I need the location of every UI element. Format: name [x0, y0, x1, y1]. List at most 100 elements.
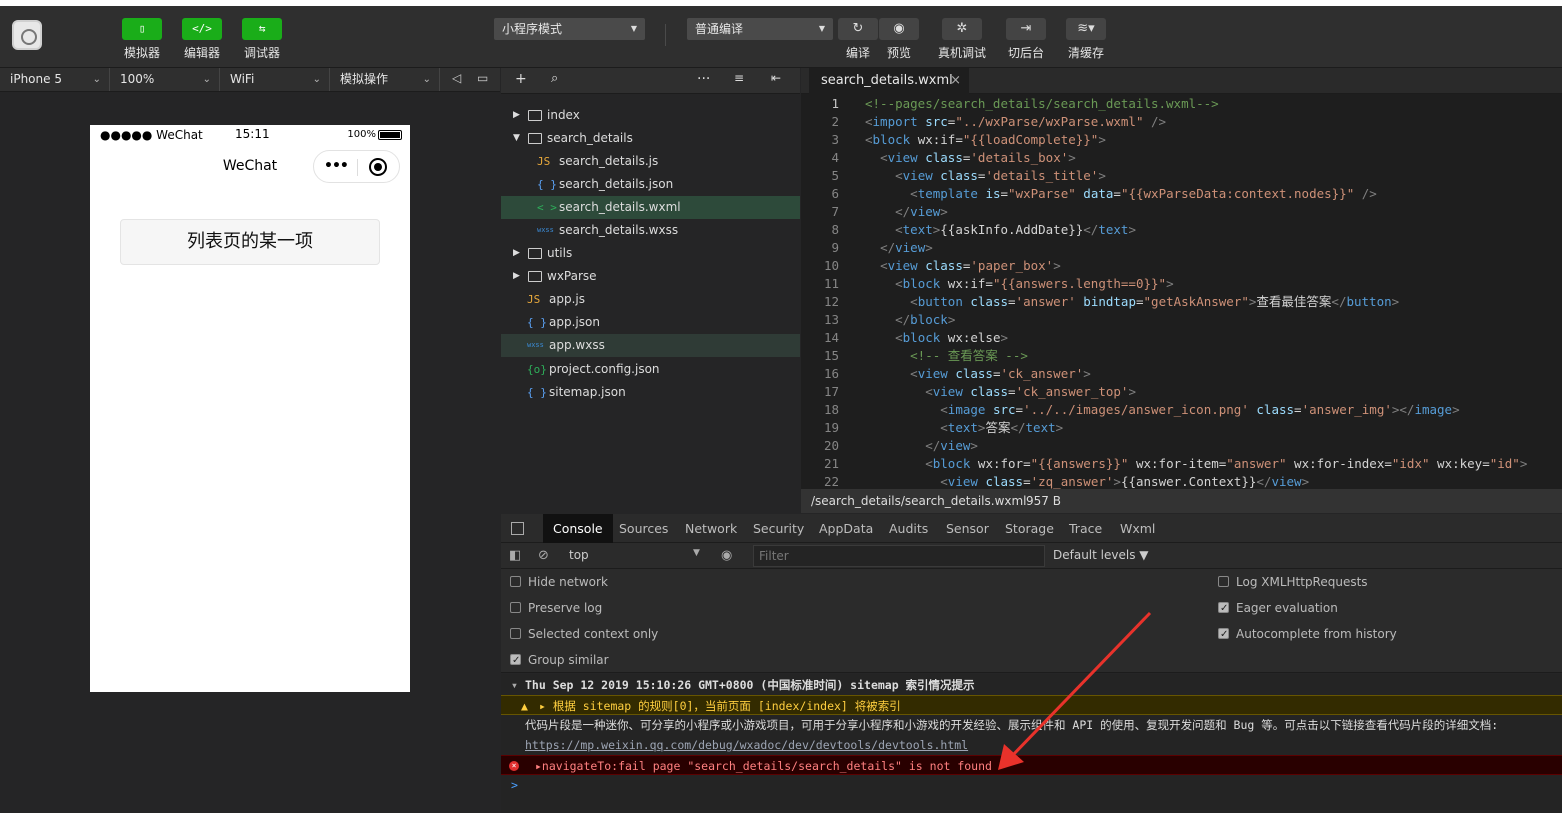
option-log-xmlhttprequests[interactable]: Log XMLHttpRequests [1218, 572, 1368, 592]
tree-file[interactable]: < > search_details.wxml [501, 196, 800, 219]
debugger-button[interactable]: ⇆ 调试器 [238, 18, 286, 61]
tab-sources[interactable]: Sources [609, 514, 678, 543]
checkbox[interactable] [510, 651, 521, 671]
console-error[interactable]: × ▸navigateTo:fail page "search_details/s… [501, 755, 1562, 775]
simulator-button[interactable]: ▯ 模拟器 [118, 18, 166, 61]
option-selected-context-only[interactable]: Selected context only [510, 624, 658, 644]
tree-folder[interactable]: ▶ wxParse [501, 265, 800, 288]
code-line[interactable]: 11 <block wx:if="{{answers.length==0}}"> [801, 275, 1562, 293]
levels-select[interactable]: Default levels ▼ [1053, 548, 1149, 562]
editor-button[interactable]: </> 编辑器 [178, 18, 226, 61]
checkbox[interactable] [1218, 599, 1229, 619]
tab-storage[interactable]: Storage [995, 514, 1064, 543]
tree-file[interactable]: wxss app.wxss [501, 334, 800, 357]
add-icon[interactable]: + [515, 71, 527, 87]
checkbox[interactable] [510, 628, 521, 639]
code-line[interactable]: 18 <image src='../../images/answer_icon.… [801, 401, 1562, 419]
more-icon[interactable]: ••• [324, 158, 349, 174]
chevron-right-icon[interactable]: ▶ [513, 265, 520, 288]
tab-trace[interactable]: Trace [1059, 514, 1112, 543]
background-button[interactable]: ⇥ 切后台 [1001, 18, 1051, 61]
tab-sensor[interactable]: Sensor [936, 514, 999, 543]
code-line[interactable]: 6 <template is="wxParse" data="{{wxParse… [801, 185, 1562, 203]
tree-folder[interactable]: ▶ index [501, 104, 800, 127]
context-select[interactable]: top ▼ [569, 548, 700, 562]
code-line[interactable]: 8 <text>{{askInfo.AddDate}}</text> [801, 221, 1562, 239]
console-warning[interactable]: ▲ ▸ 根据 sitemap 的规则[0]，当前页面 [index/index] … [501, 695, 1562, 715]
clear-console-icon[interactable]: ⊘ [538, 548, 549, 563]
code-line[interactable]: 1 <!--pages/search_details/search_details… [801, 95, 1562, 113]
tree-file[interactable]: {o} project.config.json [501, 358, 800, 381]
inspect-icon[interactable] [511, 522, 524, 535]
more-icon[interactable]: ··· [697, 71, 710, 87]
chevron-right-icon[interactable]: ▶ [513, 242, 520, 265]
zoom-select[interactable]: 100% ⌄ [110, 68, 220, 91]
code-line[interactable]: 5 <view class='details_title'> [801, 167, 1562, 185]
console-output[interactable]: Thu Sep 12 2019 15:10:26 GMT+0800 (中国标准时… [501, 674, 1562, 813]
code-line[interactable]: 13 </block> [801, 311, 1562, 329]
editor-tab[interactable]: search_details.wxml × [809, 68, 969, 94]
tab-network[interactable]: Network [675, 514, 747, 543]
code-line[interactable]: 4 <view class='details_box'> [801, 149, 1562, 167]
tab-appdata[interactable]: AppData [809, 514, 883, 543]
console-link[interactable]: https://mp.weixin.qq.com/debug/wxadoc/de… [501, 735, 1562, 755]
code-line[interactable]: 19 <text>答案</text> [801, 419, 1562, 437]
tree-file[interactable]: { } app.json [501, 311, 800, 334]
tree-file[interactable]: { } search_details.json [501, 173, 800, 196]
code-line[interactable]: 17 <view class='ck_answer_top'> [801, 383, 1562, 401]
mode-select[interactable]: 小程序模式 ▼ [494, 18, 645, 40]
code-line[interactable]: 22 <view class='zq_answer'>{{answer.Cont… [801, 473, 1562, 489]
close-miniprogram-icon[interactable] [369, 158, 387, 176]
tree-file[interactable]: { } sitemap.json [501, 381, 800, 404]
tab-console[interactable]: Console [543, 514, 613, 543]
user-avatar[interactable] [12, 20, 42, 50]
tab-security[interactable]: Security [743, 514, 814, 543]
menu-capsule[interactable]: ••• [313, 150, 400, 183]
compile-select[interactable]: 普通编译 ▼ [687, 18, 833, 40]
code-editor[interactable]: 1 <!--pages/search_details/search_details… [801, 94, 1562, 489]
close-icon[interactable]: × [950, 68, 961, 94]
code-line[interactable]: 2 <import src="../wxParse/wxParse.wxml" /… [801, 113, 1562, 131]
remote-debug-button[interactable]: ✲ 真机调试 [937, 18, 987, 61]
list-item-button[interactable]: 列表页的某一项 [120, 219, 380, 265]
sidebar-toggle-icon[interactable]: ◧ [509, 548, 521, 563]
code-line[interactable]: 3 <block wx:if="{{loadComplete}}"> [801, 131, 1562, 149]
code-line[interactable]: 15 <!-- 查看答案 --> [801, 347, 1562, 365]
tree-folder[interactable]: ▶ utils [501, 242, 800, 265]
tree-folder[interactable]: ▼ search_details [501, 127, 800, 150]
code-line[interactable]: 10 <view class='paper_box'> [801, 257, 1562, 275]
code-line[interactable]: 14 <block wx:else> [801, 329, 1562, 347]
tab-audits[interactable]: Audits [879, 514, 938, 543]
eye-icon[interactable]: ◉ [721, 548, 732, 563]
chevron-down-icon[interactable]: ▼ [513, 127, 520, 150]
option-preserve-log[interactable]: Preserve log [510, 598, 602, 618]
code-line[interactable]: 16 <view class='ck_answer'> [801, 365, 1562, 383]
search-icon[interactable]: ⌕ [551, 71, 558, 86]
tree-file[interactable]: wxss search_details.wxss [501, 219, 800, 242]
console-group-header[interactable]: Thu Sep 12 2019 15:10:26 GMT+0800 (中国标准时… [501, 675, 1562, 695]
console-prompt[interactable]: > [501, 775, 1562, 795]
network-select[interactable]: WiFi ⌄ [220, 68, 330, 91]
checkbox[interactable] [1218, 576, 1229, 587]
detach-icon[interactable]: ▭ [477, 71, 488, 85]
checkbox[interactable] [510, 576, 521, 587]
volume-icon[interactable]: ◁ [452, 71, 461, 85]
code-line[interactable]: 9 </view> [801, 239, 1562, 257]
option-eager-evaluation[interactable]: Eager evaluation [1218, 598, 1338, 619]
code-line[interactable]: 12 <button class='answer' bindtap="getAs… [801, 293, 1562, 311]
tree-file[interactable]: JS search_details.js [501, 150, 800, 173]
tree-file[interactable]: JS app.js [501, 288, 800, 311]
tab-wxml[interactable]: Wxml [1110, 514, 1165, 543]
code-line[interactable]: 21 <block wx:for="{{answers}}" wx:for-it… [801, 455, 1562, 473]
device-select[interactable]: iPhone 5 ⌄ [0, 68, 110, 91]
collapse-icon[interactable]: ⇤ [771, 71, 781, 85]
option-autocomplete-from-history[interactable]: Autocomplete from history [1218, 624, 1397, 645]
sort-icon[interactable]: ≡ [734, 71, 744, 85]
operation-select[interactable]: 模拟操作 ⌄ [330, 68, 440, 91]
option-hide-network[interactable]: Hide network [510, 572, 608, 592]
chevron-right-icon[interactable]: ▶ [513, 104, 520, 127]
code-line[interactable]: 7 </view> [801, 203, 1562, 221]
preview-button[interactable]: ◉ 预览 [874, 18, 924, 61]
console-filter-input[interactable]: Filter [753, 545, 1045, 567]
clear-cache-button[interactable]: ≋▾ 清缓存 [1061, 18, 1111, 61]
